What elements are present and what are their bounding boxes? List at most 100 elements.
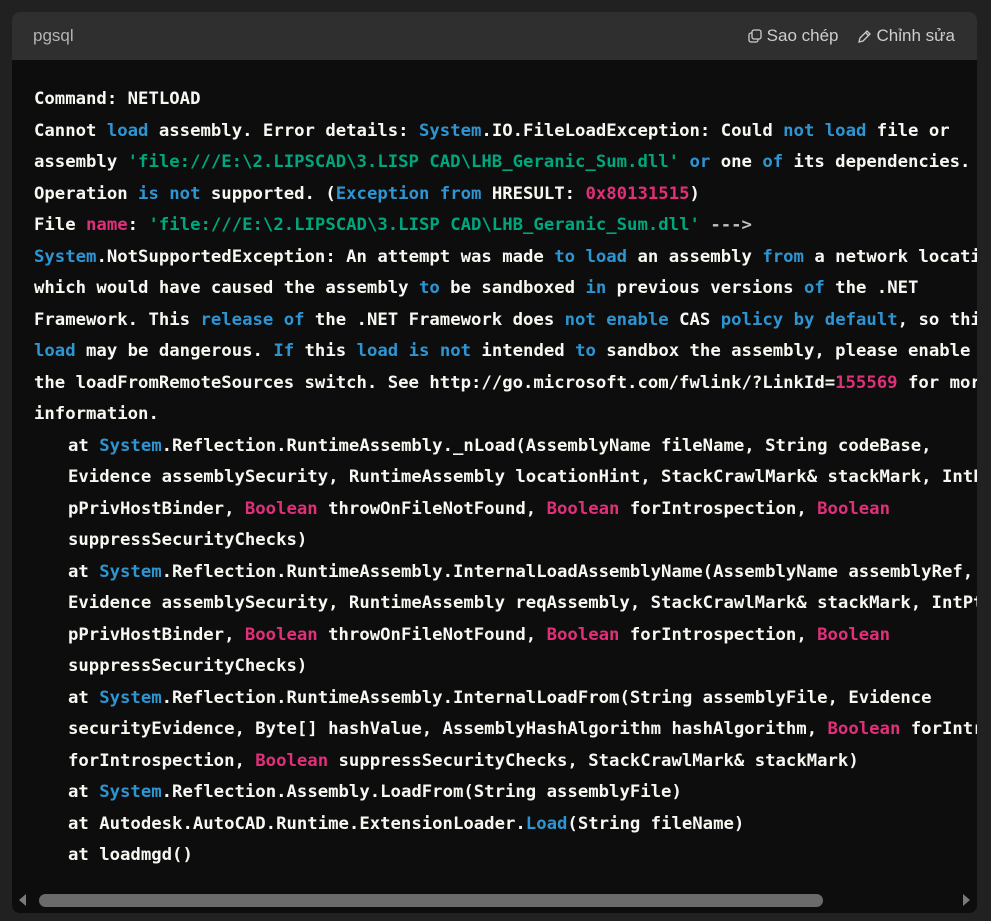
code-block: pgsql Sao chép Chỉnh sửa Command: NETLOA…	[12, 12, 977, 913]
code-line: System.NotSupportedException: An attempt…	[34, 242, 977, 274]
code-token: Operation	[34, 183, 139, 204]
code-line: load may be dangerous. If this load is n…	[34, 336, 977, 368]
code-line: pPrivHostBinder, Boolean throwOnFileNotF…	[34, 620, 977, 652]
code-token: load	[106, 120, 149, 141]
code-token: from	[762, 246, 804, 267]
code-token: Boolean	[546, 498, 620, 519]
code-token: pPrivHostBinder,	[68, 498, 245, 519]
code-token: throwOnFileNotFound,	[317, 498, 547, 519]
code-token: or	[689, 152, 711, 172]
code-token: securityEvidence, Byte[] hashValue, Asse…	[68, 719, 828, 739]
code-token: :	[127, 215, 149, 235]
code-token: information.	[34, 404, 159, 424]
copy-label: Sao chép	[766, 26, 839, 45]
code-token: System	[99, 561, 162, 582]
horizontal-scrollbar[interactable]	[12, 887, 977, 913]
code-token: a network location	[814, 246, 977, 267]
code-token: 'file:///E:\2.LIPSCAD\3.LISP CAD\LHB_Ger…	[127, 152, 680, 172]
code-token: at	[68, 782, 100, 802]
code-token: not	[169, 183, 201, 204]
code-line: assembly 'file:///E:\2.LIPSCAD\3.LISP CA…	[34, 147, 977, 179]
code-token: suppressSecurityChecks, StackCrawlMark& …	[328, 750, 859, 771]
code-token: System	[99, 782, 162, 802]
code-token: sandbox the assembly, please enable	[595, 341, 971, 361]
code-token: .IO.FileLoadException: Could	[481, 120, 784, 141]
code-language-label: pgsql	[33, 26, 74, 45]
code-token: by	[793, 309, 815, 330]
code-token: 155569	[835, 372, 898, 393]
scroll-left-arrow-icon[interactable]	[19, 894, 26, 906]
code-token: Command: NETLOAD	[34, 89, 201, 109]
code-token: System	[99, 435, 162, 456]
code-line: at loadmgd()	[34, 840, 977, 872]
code-line: File name: 'file:///E:\2.LIPSCAD\3.LISP …	[34, 210, 977, 242]
code-line: pPrivHostBinder, Boolean throwOnFileNotF…	[34, 494, 977, 526]
code-token: throwOnFileNotFound,	[317, 624, 547, 645]
code-token: supported. (	[200, 183, 336, 204]
scrollbar-thumb[interactable]	[39, 894, 823, 907]
code-line: forIntrospection, Boolean suppressSecuri…	[34, 746, 977, 778]
code-token: load	[585, 246, 628, 267]
code-token: to	[575, 341, 596, 361]
code-token: Boolean	[817, 624, 890, 645]
code-line: Operation is not supported. (Exception f…	[34, 179, 977, 211]
code-line: Command: NETLOAD	[34, 84, 977, 116]
edit-button[interactable]: Chỉnh sửa	[857, 26, 955, 46]
code-content: Command: NETLOAD Cannot load assembly. Er…	[12, 60, 977, 887]
code-token: Boolean	[546, 624, 620, 645]
code-token: Framework. This	[34, 309, 201, 330]
code-token: is	[138, 183, 159, 204]
code-line: at System.Reflection.Assembly.LoadFrom(S…	[34, 777, 977, 809]
code-header: pgsql Sao chép Chỉnh sửa	[12, 12, 977, 60]
code-line: suppressSecurityChecks)	[34, 651, 977, 683]
code-token: Exception	[335, 183, 430, 204]
code-token: CAS	[668, 309, 721, 330]
code-line: suppressSecurityChecks)	[34, 525, 977, 557]
code-token: .Reflection.RuntimeAssembly.InternalLoad…	[161, 561, 974, 582]
code-token: one	[710, 152, 763, 172]
code-token: .Reflection.RuntimeAssembly._nLoad(Assem…	[161, 435, 932, 456]
code-token: of	[803, 278, 825, 298]
code-token: the .NET Framework does	[304, 309, 565, 330]
copy-button[interactable]: Sao chép	[748, 26, 839, 46]
code-token: HRESULT:	[481, 183, 586, 204]
code-token: assembly. Error details:	[148, 120, 419, 141]
code-token: enable	[606, 309, 669, 330]
code-line: at System.Reflection.RuntimeAssembly._nL…	[34, 431, 977, 463]
code-token: the .NET	[824, 278, 919, 298]
scroll-right-arrow-icon[interactable]	[963, 894, 970, 906]
code-token: which would have caused the assembly	[34, 278, 419, 298]
code-token: load	[356, 341, 399, 361]
code-token: in	[585, 278, 607, 298]
code-token: of	[283, 309, 305, 330]
code-token: Boolean	[827, 719, 901, 739]
code-token: 'file:///E:\2.LIPSCAD\3.LISP CAD\LHB_Ger…	[148, 215, 700, 235]
code-token: Cannot	[34, 120, 107, 141]
code-token: of	[762, 152, 784, 172]
code-token: release	[200, 309, 274, 330]
code-line: which would have caused the assembly to …	[34, 273, 977, 305]
code-token: System	[99, 687, 162, 708]
code-token: from	[439, 183, 482, 204]
pencil-icon	[857, 29, 872, 44]
code-line: at Autodesk.AutoCAD.Runtime.ExtensionLoa…	[34, 809, 977, 841]
code-token: .NotSupportedException: An attempt was m…	[96, 246, 555, 267]
code-token: forIntrospection,	[619, 498, 818, 519]
code-token: Boolean	[244, 624, 318, 645]
code-line: securityEvidence, Byte[] hashValue, Asse…	[34, 714, 977, 746]
code-token: )	[689, 183, 700, 204]
code-token: Boolean	[817, 498, 890, 519]
code-token: at	[68, 435, 100, 456]
code-token: .Reflection.RuntimeAssembly.InternalLoad…	[161, 687, 932, 708]
code-token: pPrivHostBinder,	[68, 624, 245, 645]
code-token: for more	[907, 372, 977, 393]
code-token: --->	[710, 215, 752, 235]
code-token: at	[68, 687, 100, 708]
edit-label: Chỉnh sửa	[876, 26, 955, 45]
